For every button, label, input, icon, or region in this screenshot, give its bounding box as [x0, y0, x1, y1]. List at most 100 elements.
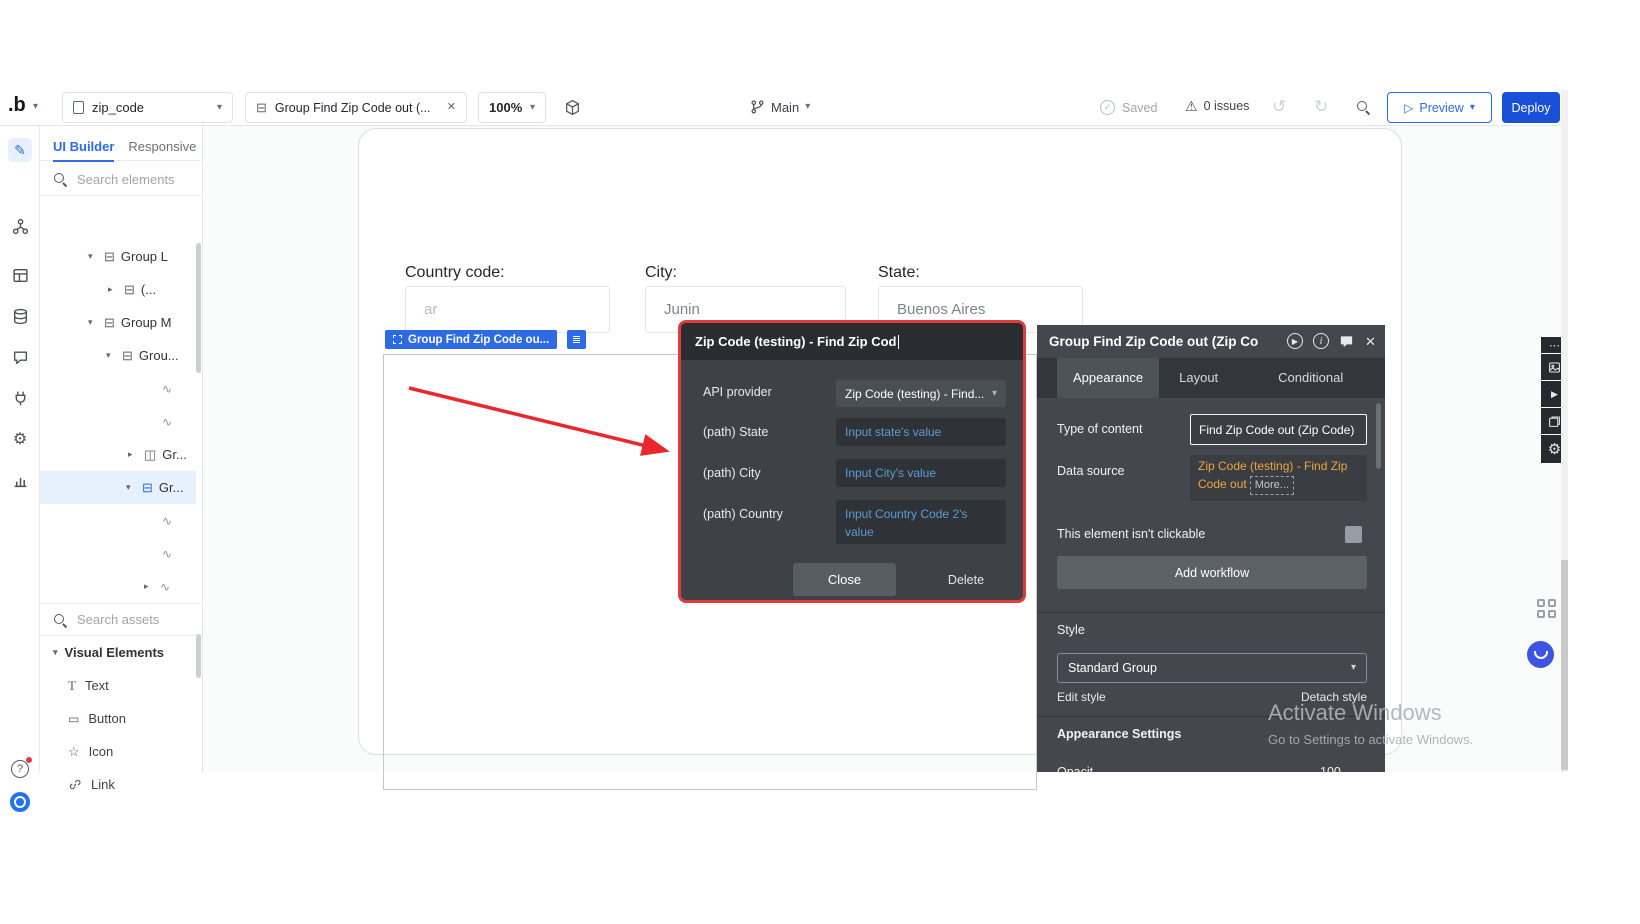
panel-scrollbar-thumb[interactable] [196, 243, 201, 373]
more-chip[interactable]: More... [1250, 476, 1294, 495]
component-library-icon[interactable] [564, 99, 581, 116]
tree-item-group-l[interactable]: ▾ ⊟ Group L [40, 240, 196, 273]
palette-item-link[interactable]: Link [40, 768, 203, 801]
tree-item[interactable]: ∿ [40, 372, 196, 405]
database-tab-icon[interactable] [0, 308, 40, 325]
zoom-caret-icon: ▾ [530, 103, 535, 113]
tab-ui-builder[interactable]: UI Builder [53, 139, 114, 162]
app-selector-caret-icon: ▾ [217, 103, 222, 113]
path-state-field[interactable]: Input state's value [836, 418, 1006, 446]
clickable-label: This element isn't clickable [1057, 527, 1205, 541]
tab-conditional[interactable]: Conditional [1262, 358, 1359, 398]
opacity-value[interactable]: 100 [1320, 765, 1341, 772]
tab-appearance[interactable]: Appearance [1057, 358, 1159, 398]
branch-selector[interactable]: Main ▾ [750, 99, 810, 115]
group-icon: ⊟ [142, 481, 153, 494]
activate-windows-subtext: Go to Settings to activate Windows. [1268, 732, 1473, 747]
workflow-tab-icon[interactable] [0, 218, 40, 235]
logo-caret-icon[interactable]: ▾ [33, 102, 38, 112]
visual-elements-header[interactable]: ▾ Visual Elements [40, 636, 203, 669]
close-panel-icon[interactable]: ✕ [1365, 334, 1376, 350]
palette-item-text[interactable]: T Text [40, 669, 203, 702]
undo-icon[interactable]: ↺ [1272, 97, 1286, 117]
group-icon: ⊟ [104, 316, 115, 329]
preview-element-icon[interactable]: ▶ [1287, 333, 1303, 349]
tab-responsive[interactable]: Responsive [128, 139, 196, 154]
search-elements-input[interactable] [75, 171, 185, 188]
settings-tab-icon[interactable]: ⚙ [0, 429, 40, 449]
tree-item[interactable]: ▸ ⊟ (... [40, 273, 196, 306]
selected-group-chip[interactable]: Group Find Zip Code ou... [385, 330, 557, 349]
path-city-label: (path) City [703, 466, 761, 480]
open-element-tab[interactable]: ⊟ Group Find Zip Code out (... ✕ [245, 92, 467, 123]
palette-item-icon[interactable]: ☆ Icon [40, 735, 203, 768]
tree-item-group-m[interactable]: ▾ ⊟ Group M [40, 306, 196, 339]
help-icon[interactable]: ? [11, 760, 29, 778]
zoom-selector[interactable]: 100% ▾ [478, 92, 546, 123]
tree-item[interactable]: ▸ ∿ [40, 570, 196, 603]
group-data-icon[interactable]: ≣ [567, 330, 586, 349]
add-workflow-button[interactable]: Add workflow [1057, 556, 1367, 589]
dialog-close-button[interactable]: Close [793, 563, 896, 596]
apps-grid-icon[interactable] [1537, 599, 1556, 618]
assistant-bot-icon[interactable] [1527, 641, 1554, 668]
tree-item[interactable]: ∿ [40, 405, 196, 438]
app-selector[interactable]: zip_code ▾ [62, 92, 233, 123]
bubble-logo[interactable]: .b [8, 94, 26, 117]
tree-item[interactable]: ∿ [40, 504, 196, 537]
caret-down-icon[interactable]: ▾ [126, 482, 136, 493]
type-of-content-input[interactable]: Find Zip Code out (Zip Code) [1190, 414, 1367, 445]
design-tab-icon[interactable]: ✎ [8, 138, 32, 162]
caret-down-icon[interactable]: ▾ [88, 317, 98, 328]
property-editor-header[interactable]: Group Find Zip Code out (Zip Co [1037, 325, 1385, 358]
dialog-header[interactable]: Zip Code (testing) - Find Zip Cod [681, 323, 1023, 360]
redo-icon[interactable]: ↻ [1314, 97, 1328, 117]
edit-style-link[interactable]: Edit style [1057, 690, 1106, 704]
preview-caret-icon: ▾ [1470, 103, 1475, 113]
api-provider-dropdown[interactable]: Zip Code (testing) - Find... ▾ [836, 380, 1006, 407]
tree-item[interactable]: ▾ ⊟ Grou... [40, 339, 196, 372]
preview-button[interactable]: ▷ Preview ▾ [1387, 92, 1492, 123]
search-elements-box[interactable] [40, 163, 203, 196]
clickable-checkbox[interactable] [1345, 526, 1362, 543]
style-dropdown[interactable]: Standard Group ▾ [1057, 653, 1367, 683]
tab-layout[interactable]: Layout [1163, 358, 1234, 398]
branch-name: Main [771, 100, 799, 115]
comment-icon[interactable] [1339, 334, 1354, 349]
dialog-delete-button[interactable]: Delete [921, 563, 1011, 596]
caret-down-icon[interactable]: ▾ [106, 350, 116, 361]
caret-down-icon[interactable]: ▾ [88, 251, 98, 262]
property-scrollbar-thumb[interactable] [1376, 403, 1381, 469]
chat-tab-icon[interactable] [0, 349, 40, 366]
country-code-input[interactable] [405, 286, 610, 333]
search-assets-box[interactable] [40, 603, 203, 636]
saved-check-icon: ✓ [1100, 100, 1115, 115]
tree-item[interactable]: ▸ ◫ Gr... [40, 438, 196, 471]
data-source-value[interactable]: Zip Code (testing) - Find Zip Code outMo… [1190, 455, 1367, 501]
annotation-arrow [395, 378, 695, 473]
country-code-label: Country code: [405, 264, 505, 282]
plugins-tab-icon[interactable] [0, 390, 40, 407]
deploy-button[interactable]: Deploy [1502, 92, 1560, 123]
group-icon: ⊟ [122, 349, 133, 362]
tree-item-label: (... [141, 282, 156, 297]
tree-item[interactable]: ∿ [40, 537, 196, 570]
preview-label: Preview [1419, 101, 1463, 115]
tab-close-icon[interactable]: ✕ [447, 102, 456, 113]
path-city-field[interactable]: Input City's value [836, 459, 1006, 487]
path-country-field[interactable]: Input Country Code 2's value [836, 500, 1006, 544]
window-scrollbar[interactable] [1561, 90, 1568, 772]
info-icon[interactable]: i [1313, 333, 1329, 349]
caret-right-icon[interactable]: ▸ [144, 581, 154, 592]
caret-right-icon[interactable]: ▸ [108, 284, 118, 295]
caret-right-icon[interactable]: ▸ [128, 449, 138, 460]
logs-tab-icon[interactable] [0, 472, 40, 489]
issues-indicator[interactable]: ⚠ 0 issues [1185, 99, 1249, 113]
panel-scrollbar-thumb[interactable] [196, 634, 201, 678]
palette-item-button[interactable]: ▭ Button [40, 702, 203, 735]
components-tab-icon[interactable] [0, 267, 40, 284]
window-scrollbar-thumb[interactable] [1561, 560, 1568, 770]
search-assets-input[interactable] [75, 611, 185, 628]
version-badge-icon[interactable] [10, 792, 30, 812]
tree-item-selected[interactable]: ▾ ⊟ Gr... [40, 471, 196, 504]
